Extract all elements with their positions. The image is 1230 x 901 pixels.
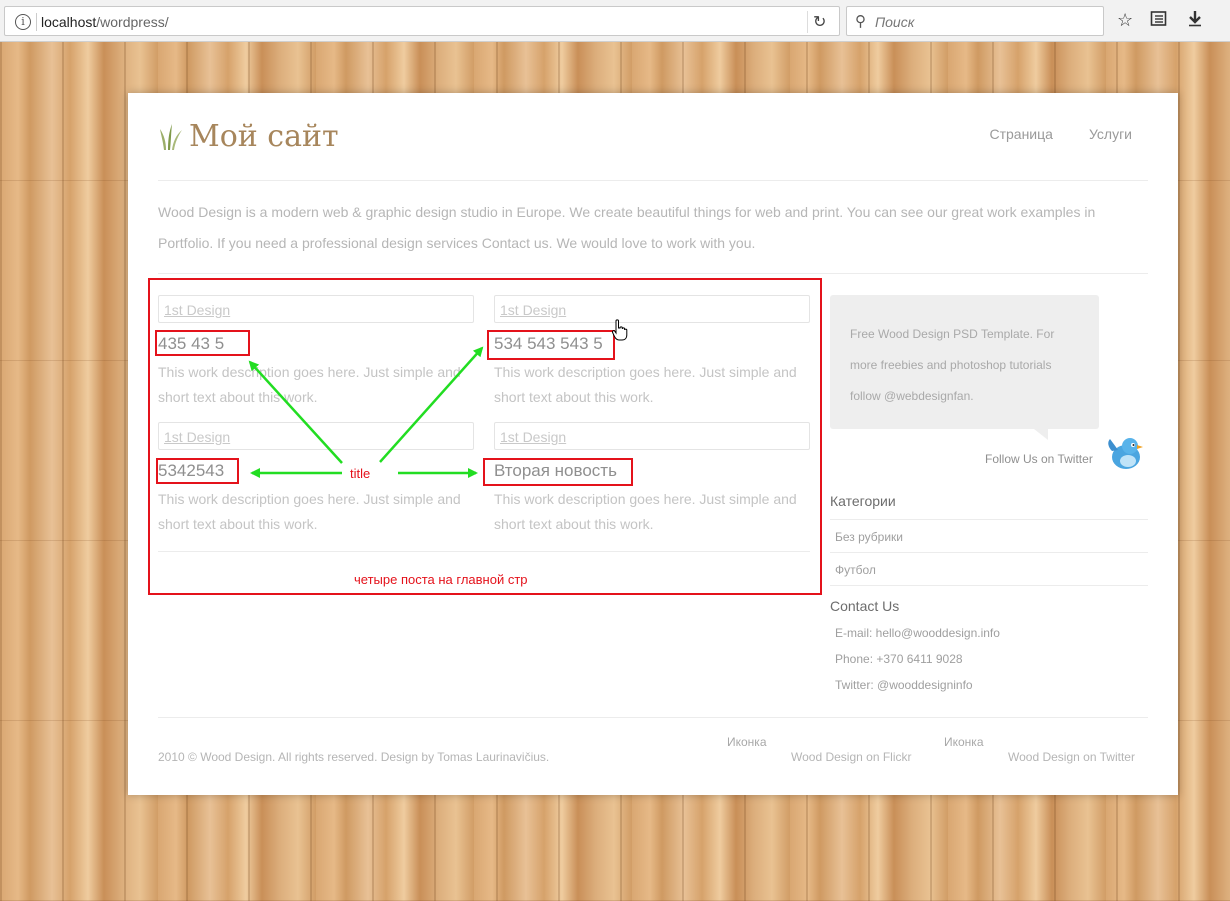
header-divider <box>158 180 1148 181</box>
twitter-bubble: Free Wood Design PSD Template. For more … <box>830 295 1099 429</box>
info-icon[interactable]: i <box>15 14 31 30</box>
search-placeholder: Поиск <box>875 14 915 30</box>
site-title: Мой сайт <box>189 119 339 154</box>
category-link[interactable]: Футбол <box>835 563 876 577</box>
contact-twitter: Twitter: @wooddesigninfo <box>835 678 973 692</box>
follow-twitter-link[interactable]: Follow Us on Twitter <box>985 452 1093 466</box>
search-icon: ⚲ <box>855 13 866 30</box>
search-input[interactable]: ⚲ Поиск <box>846 6 1104 36</box>
nav-item-page[interactable]: Страница <box>989 126 1052 142</box>
flickr-icon[interactable]: Иконка <box>727 735 767 749</box>
download-icon[interactable] <box>1187 10 1203 31</box>
intro-divider <box>158 273 1148 274</box>
annotation-title-label: title <box>350 466 371 481</box>
twitter-icon[interactable]: Иконка <box>944 735 984 749</box>
nav-item-services[interactable]: Услуги <box>1089 126 1132 142</box>
grass-icon <box>160 123 182 150</box>
address-divider <box>36 13 37 31</box>
site-logo[interactable]: Мой сайт <box>160 119 339 154</box>
footer-copyright: 2010 © Wood Design. All rights reserved.… <box>158 750 550 764</box>
annotation-posts-label: четыре поста на главной стр <box>354 572 528 587</box>
sidebar-divider <box>830 519 1148 520</box>
categories-heading: Категории <box>830 493 896 509</box>
sidebar-divider <box>830 585 1148 586</box>
reload-icon[interactable]: ↻ <box>813 12 826 32</box>
twitter-link[interactable]: Wood Design on Twitter <box>1008 750 1135 764</box>
browser-toolbar: i localhost/wordpress/ ↻ ⚲ Поиск ☆ <box>0 0 1230 42</box>
contact-heading: Contact Us <box>830 598 900 614</box>
title-highlight-box <box>483 458 633 486</box>
posts-highlight-box <box>148 278 822 595</box>
hand-cursor-icon <box>612 319 628 341</box>
url-text[interactable]: localhost/wordpress/ <box>41 14 169 30</box>
star-icon[interactable]: ☆ <box>1117 10 1133 30</box>
sidebar-divider <box>830 552 1148 553</box>
intro-text: Wood Design is a modern web & graphic de… <box>158 204 1096 251</box>
category-link[interactable]: Без рубрики <box>835 530 903 544</box>
contact-phone: Phone: +370 6411 9028 <box>835 652 963 666</box>
url-path: /wordpress/ <box>96 14 169 30</box>
reload-divider <box>807 11 808 33</box>
main-nav: Страница Услуги <box>989 126 1132 142</box>
title-highlight-box <box>156 458 239 484</box>
contact-email: E-mail: hello@wooddesign.info <box>835 626 1000 640</box>
page-container: Мой сайт Страница Услуги Wood Design is … <box>128 93 1178 795</box>
twitter-bird-icon[interactable] <box>1106 433 1144 473</box>
url-host: localhost <box>41 14 97 30</box>
reading-list-icon[interactable] <box>1150 10 1167 31</box>
address-bar[interactable]: i localhost/wordpress/ ↻ <box>4 6 840 36</box>
title-highlight-box <box>155 330 250 356</box>
footer-divider <box>158 717 1148 718</box>
title-highlight-box <box>487 330 615 360</box>
bubble-tail <box>1034 429 1048 440</box>
flickr-link[interactable]: Wood Design on Flickr <box>791 750 912 764</box>
